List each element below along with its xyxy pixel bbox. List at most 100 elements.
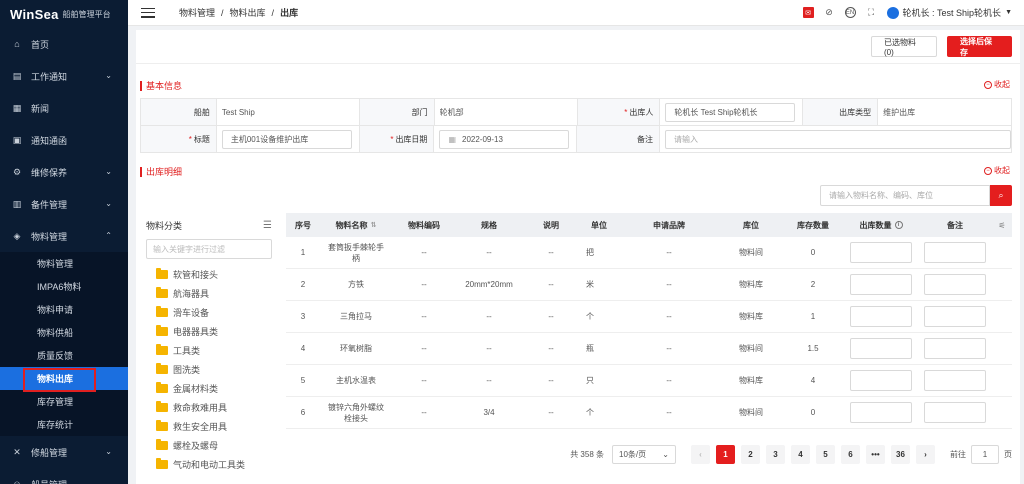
- search-input[interactable]: 请输入物料名称、编码、库位: [820, 185, 990, 206]
- category-item[interactable]: 航海器具: [140, 284, 278, 303]
- outbound-person-cell: 轮机长 Test Ship轮机长: [660, 99, 804, 126]
- submenu-item[interactable]: 物料供船: [0, 321, 128, 344]
- sidebar-item-maintenance[interactable]: ⚙ 维修保养 ⌄: [0, 156, 128, 188]
- submenu-item[interactable]: 库存统计: [0, 413, 128, 436]
- page-button[interactable]: 2: [741, 445, 760, 464]
- remark-row-input[interactable]: [924, 242, 986, 263]
- category-item[interactable]: 金属材料类: [140, 379, 278, 398]
- submenu-item[interactable]: 质量反馈: [0, 344, 128, 367]
- fullscreen-icon[interactable]: ⛶: [866, 7, 877, 18]
- submenu-label: 质量反馈: [37, 351, 74, 361]
- table-header: 序号 物料名称 ⇅ 物料编码 规格 说明 单位 申请品牌 库位 库存数量 出库数量 i 备注 ⚟: [286, 213, 1012, 237]
- column-header-label: 出库数量: [859, 220, 892, 230]
- mail-icon[interactable]: ✉: [802, 7, 814, 18]
- title-field[interactable]: 主机001设备维护出库: [221, 129, 352, 149]
- page-button[interactable]: 5: [816, 445, 835, 464]
- goto-suffix: 页: [1004, 450, 1012, 459]
- cell-code: --: [421, 312, 427, 321]
- prev-page-button[interactable]: ‹: [691, 445, 710, 464]
- category-item[interactable]: 工具类: [140, 341, 278, 360]
- chevron-icon: ⌃: [105, 231, 112, 240]
- collapse-label: 收起: [994, 166, 1010, 175]
- list-icon[interactable]: ☰: [263, 220, 272, 231]
- column-header-label: 申请品牌: [653, 220, 685, 230]
- save-after-select-button[interactable]: 选择后保存: [947, 36, 1012, 57]
- page-button[interactable]: 1: [716, 445, 735, 464]
- submenu-item[interactable]: 物料出库: [0, 367, 128, 392]
- breadcrumb-item[interactable]: 物料管理: [179, 6, 215, 19]
- page-button[interactable]: 6: [841, 445, 860, 464]
- outbound-qty-input[interactable]: [850, 242, 912, 263]
- category-item[interactable]: 图洗类: [140, 360, 278, 379]
- sidebar-item-home[interactable]: ⌂ 首页: [0, 28, 128, 60]
- folder-icon: [156, 287, 168, 298]
- search-button[interactable]: ⌕: [990, 185, 1012, 206]
- outbound-qty-input[interactable]: [850, 402, 912, 423]
- category-item[interactable]: 滑车设备: [140, 303, 278, 322]
- page-button[interactable]: 4: [791, 445, 810, 464]
- section-title-text: 基本信息: [146, 81, 183, 91]
- cell-desc: --: [548, 344, 554, 353]
- basic-collapse-button[interactable]: − 收起: [984, 79, 1010, 90]
- date-picker[interactable]: ▦ 2022-09-13: [439, 129, 570, 149]
- page-button[interactable]: 36: [891, 445, 910, 464]
- sidebar-item-notice[interactable]: ▤ 工作通知 ⌄: [0, 60, 128, 92]
- remark-row-input[interactable]: [924, 274, 986, 295]
- sidebar-item-label: 维修保养: [31, 167, 68, 178]
- page-button[interactable]: 3: [766, 445, 785, 464]
- sidebar-item-spare-parts[interactable]: ▥ 备件管理 ⌄: [0, 188, 128, 220]
- chevron-icon: ⌄: [105, 479, 112, 484]
- category-item[interactable]: 救生安全用具: [140, 417, 278, 436]
- column-header-label: 物料编码: [408, 220, 440, 230]
- goto-page-input[interactable]: 1: [971, 445, 999, 464]
- cell-unit: 米: [586, 280, 594, 289]
- language-icon[interactable]: EN: [844, 7, 856, 18]
- cell-remark-row-input: [918, 237, 992, 268]
- selected-materials-button[interactable]: 已选物料(0): [871, 36, 937, 57]
- page-size-select[interactable]: 10条/页 ⌄: [612, 445, 676, 464]
- outbound-qty-input[interactable]: [850, 306, 912, 327]
- detail-collapse-button[interactable]: − 收起: [984, 165, 1010, 176]
- remark-input[interactable]: 请输入: [665, 129, 1011, 149]
- sidebar-item-material[interactable]: ◈ 物料管理 ⌃: [0, 220, 128, 252]
- breadcrumb-separator: /: [271, 7, 275, 18]
- category-item[interactable]: 电器器具类: [140, 322, 278, 341]
- sidebar-item-repair[interactable]: ✕ 修船管理 ⌄: [0, 436, 128, 468]
- column-settings-icon[interactable]: ⚟: [992, 213, 1012, 237]
- sort-icon[interactable]: ⇅: [371, 221, 377, 229]
- category-item[interactable]: 救命救难用具: [140, 398, 278, 417]
- category-label: 螺栓及螺母: [173, 441, 219, 451]
- theme-icon[interactable]: ⊘: [824, 7, 835, 18]
- remark-row-input[interactable]: [924, 402, 986, 423]
- sidebar-item-news[interactable]: ▦ 新闻: [0, 92, 128, 124]
- category-item[interactable]: 螺栓及螺母: [140, 436, 278, 455]
- submenu-item[interactable]: IMPA6物料: [0, 275, 128, 298]
- more-pages-button[interactable]: •••: [866, 445, 885, 464]
- menu-toggle-icon[interactable]: [141, 7, 155, 18]
- outbound-type-label: 出库类型: [803, 99, 879, 126]
- category-item[interactable]: 软管和接头: [140, 265, 278, 284]
- category-filter-input[interactable]: 输入关键字进行过滤: [146, 239, 272, 259]
- submenu-item[interactable]: 物料管理: [0, 252, 128, 275]
- outbound-qty-input[interactable]: [850, 370, 912, 391]
- column-header-label: 备注: [947, 220, 963, 230]
- user-menu[interactable]: 轮机长 : Test Ship轮机长 ▼: [886, 6, 1012, 19]
- submenu-item[interactable]: 库存管理: [0, 390, 128, 413]
- cell-brand: --: [666, 248, 672, 257]
- remark-row-input[interactable]: [924, 306, 986, 327]
- remark-row-input[interactable]: [924, 370, 986, 391]
- sidebar-item-circular[interactable]: ▣ 通知通函: [0, 124, 128, 156]
- submenu-label: 物料申请: [37, 305, 74, 315]
- outbound-person-field[interactable]: 轮机长 Test Ship轮机长: [665, 102, 796, 122]
- notice-icon: ▤: [12, 70, 22, 81]
- category-item[interactable]: 气动和电动工具类: [140, 455, 278, 474]
- outbound-qty-input[interactable]: [850, 338, 912, 359]
- breadcrumb-item[interactable]: 物料出库: [230, 6, 266, 19]
- column-header[interactable]: 物料名称 ⇅: [320, 213, 392, 237]
- outbound-qty-input[interactable]: [850, 274, 912, 295]
- submenu-item[interactable]: 物料申请: [0, 298, 128, 321]
- sidebar-item-crew[interactable]: ☺ 船员管理 ⌄: [0, 468, 128, 484]
- cell-stock: 4: [810, 376, 816, 385]
- remark-row-input[interactable]: [924, 338, 986, 359]
- next-page-button[interactable]: ›: [916, 445, 935, 464]
